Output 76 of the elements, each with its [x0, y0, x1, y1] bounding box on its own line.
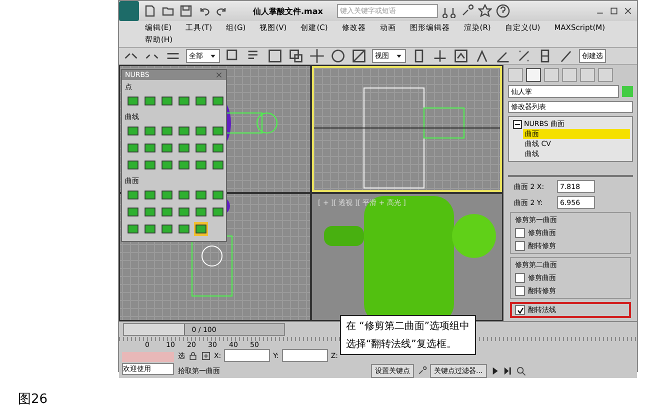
checkbox[interactable] [515, 273, 525, 283]
tool-icon[interactable] [177, 188, 191, 202]
percent-snap-icon[interactable] [516, 48, 532, 64]
tool-icon[interactable] [126, 222, 140, 236]
tool-icon[interactable] [143, 94, 157, 108]
close-icon[interactable] [623, 6, 633, 16]
new-file-icon[interactable] [143, 4, 157, 18]
callout-text: 选择“翻转法线”复选框。 [346, 338, 458, 351]
next-frame-icon[interactable] [502, 366, 513, 376]
checkbox[interactable] [515, 305, 525, 315]
tool-icon[interactable] [126, 205, 140, 219]
tool-icon[interactable] [211, 141, 225, 155]
rect-region-icon[interactable] [267, 48, 283, 64]
tool-icon[interactable] [160, 205, 174, 219]
help-icon[interactable] [496, 4, 510, 18]
tool-icon[interactable] [143, 158, 157, 172]
tool-icon[interactable] [177, 141, 191, 155]
tool-icon[interactable] [143, 124, 157, 138]
tool-icon[interactable] [211, 94, 225, 108]
move-icon[interactable] [309, 48, 325, 64]
tool-icon[interactable] [160, 188, 174, 202]
key-icon[interactable] [417, 366, 427, 376]
window-crossing-icon[interactable] [288, 48, 304, 64]
tool-icon[interactable] [143, 188, 157, 202]
tool-icon[interactable] [211, 158, 225, 172]
tool-icon[interactable] [160, 158, 174, 172]
rotate-icon[interactable] [330, 48, 346, 64]
x-field[interactable] [224, 349, 270, 362]
scale-icon[interactable] [351, 48, 367, 64]
tool-icon[interactable] [126, 188, 140, 202]
tool-icon[interactable] [194, 188, 208, 202]
tool-icon[interactable] [143, 205, 157, 219]
checkbox[interactable] [515, 286, 525, 296]
tool-icon[interactable] [194, 158, 208, 172]
tool-icon[interactable] [177, 158, 191, 172]
tool-icon[interactable] [177, 94, 191, 108]
tool-icon[interactable] [194, 222, 208, 236]
tool-icon[interactable] [177, 205, 191, 219]
tool-icon[interactable] [126, 94, 140, 108]
tool-icon[interactable] [194, 205, 208, 219]
tool-icon[interactable] [143, 141, 157, 155]
tool-icon[interactable] [211, 188, 225, 202]
zoom-icon[interactable] [516, 366, 526, 376]
tool-icon[interactable] [126, 158, 140, 172]
window-title: 仙人掌酸文件.max [253, 6, 323, 16]
tool-icon[interactable] [211, 124, 225, 138]
y-field[interactable] [282, 349, 328, 362]
tool-icon[interactable] [194, 94, 208, 108]
tool-icon[interactable] [177, 222, 191, 236]
save-icon[interactable] [179, 4, 193, 18]
panel-tab[interactable] [526, 68, 541, 82]
tool-icon[interactable] [160, 222, 174, 236]
tool-icon[interactable] [211, 205, 225, 219]
maximize-icon[interactable] [609, 6, 619, 16]
tool-icon[interactable] [177, 124, 191, 138]
lock-icon[interactable] [188, 350, 198, 360]
figure-caption: 图26 [18, 391, 48, 408]
dropdown-arrow-icon[interactable] [209, 52, 217, 60]
tool-icon[interactable] [160, 124, 174, 138]
tool-icon[interactable] [126, 124, 140, 138]
checkbox[interactable] [515, 228, 525, 238]
absolute-mode-icon[interactable] [201, 350, 211, 360]
star-icon[interactable] [478, 4, 492, 18]
dropdown-arrow-icon[interactable] [395, 52, 403, 60]
tool-icon[interactable] [194, 141, 208, 155]
slider-thumb[interactable] [124, 324, 185, 335]
callout-text: 在 “修剪第二曲面”选项组中 [346, 320, 470, 333]
tool-icon[interactable] [126, 141, 140, 155]
tool-icon[interactable] [143, 222, 157, 236]
object-color-swatch[interactable] [622, 86, 633, 97]
checkbox[interactable] [515, 241, 525, 251]
expand-toggle-icon[interactable] [513, 120, 522, 129]
align-icon[interactable] [453, 48, 469, 64]
tool-icon[interactable] [160, 94, 174, 108]
tool-icon[interactable] [194, 124, 208, 138]
tool-icon[interactable] [160, 141, 174, 155]
